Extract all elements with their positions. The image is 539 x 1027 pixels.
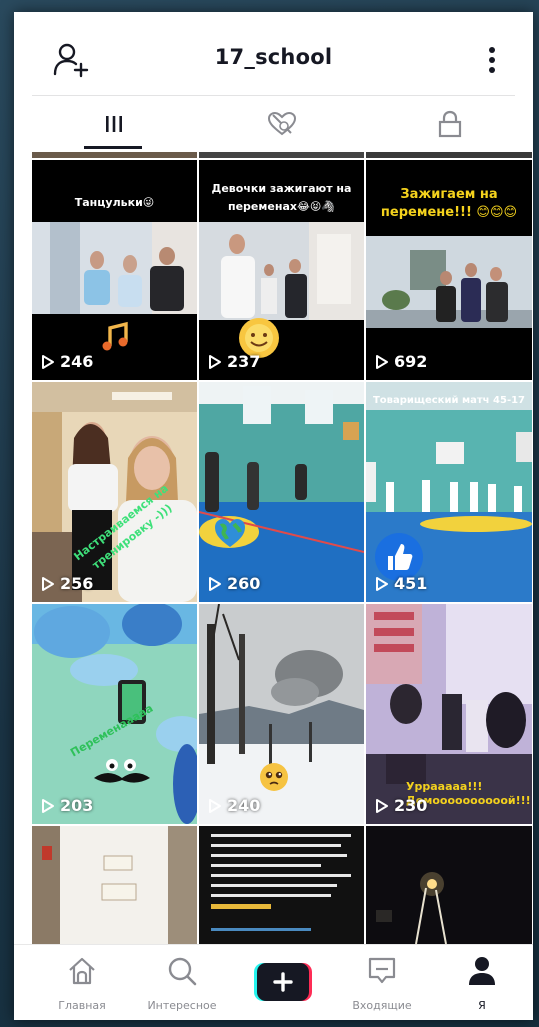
video-thumbnail[interactable]: Девочки зажигают на переменах😂😝🦓 237 — [199, 160, 364, 380]
nav-discover-label: Интересное — [147, 999, 217, 1012]
mustache-face-icon — [94, 759, 150, 783]
view-count: 692 — [375, 352, 427, 371]
play-outline-icon — [376, 576, 388, 591]
video-thumbnail[interactable] — [32, 826, 197, 944]
profile-tabs — [14, 96, 533, 152]
profile-header: 17_school — [14, 12, 533, 96]
nav-home[interactable]: Главная — [32, 945, 132, 1020]
play-outline-icon — [376, 354, 388, 369]
play-outline-icon — [209, 798, 221, 813]
view-count: 256 — [41, 574, 93, 593]
view-count: 230 — [375, 796, 427, 815]
view-count-text: 451 — [394, 574, 428, 593]
vertical-dots-icon[interactable] — [482, 44, 502, 78]
view-count: 260 — [208, 574, 260, 593]
video-thumbnail[interactable]: Уррааааа!!! Домоооооооооой!!!!! 230 — [366, 604, 532, 824]
video-thumbnail[interactable]: Переменааааа 203 — [32, 604, 197, 824]
video-caption: Танцульки😜 — [74, 196, 155, 209]
previous-row-edge — [32, 152, 532, 158]
nav-inbox[interactable]: Входящие — [332, 945, 432, 1020]
view-count: 451 — [375, 574, 427, 593]
view-count-text: 230 — [394, 796, 428, 815]
play-outline-icon — [42, 576, 54, 591]
video-caption: Товарищеский матч 45-17 — [372, 395, 526, 406]
nav-home-label: Главная — [58, 999, 106, 1012]
music-note-icon — [102, 321, 128, 351]
view-count-text: 256 — [60, 574, 94, 593]
play-outline-icon — [376, 798, 388, 813]
view-count-text: 692 — [394, 352, 428, 371]
view-count-text: 203 — [60, 796, 94, 815]
search-icon — [168, 957, 197, 986]
bottom-navigation: Главная Интересное Входящие Я — [14, 944, 533, 1020]
video-grid: Танцульки😜 246 Девочки зажигают на перем… — [32, 152, 532, 944]
play-outline-icon — [209, 354, 221, 369]
video-frame — [32, 604, 197, 824]
video-thumbnail[interactable] — [366, 826, 532, 944]
earth-heart-icon — [215, 519, 245, 547]
active-tab-indicator — [84, 146, 142, 149]
pleading-face-icon — [260, 763, 288, 791]
video-frame — [366, 826, 532, 944]
profile-username: 17_school — [214, 45, 333, 69]
view-count: 237 — [208, 352, 260, 371]
video-thumbnail[interactable] — [199, 826, 364, 944]
video-thumbnail[interactable]: 260 — [199, 382, 364, 602]
create-video-button[interactable] — [254, 963, 312, 1001]
profile-person-icon — [469, 957, 495, 985]
nav-discover[interactable]: Интересное — [132, 945, 232, 1020]
video-thumbnail[interactable]: 240 — [199, 604, 364, 824]
device-frame: 17_school Танцульки😜 246 Девочки зажигаю… — [0, 0, 539, 1027]
inbox-message-icon — [368, 957, 396, 984]
video-thumbnail[interactable]: Настраиваемся на тренировку -))) 256 — [32, 382, 197, 602]
tab-liked[interactable] — [222, 96, 342, 152]
view-count: 203 — [41, 796, 93, 815]
lock-icon — [438, 110, 462, 138]
home-icon — [69, 957, 95, 985]
video-caption: Зажигаем на перемене!!! 😊😊😊 — [380, 187, 518, 220]
tab-private[interactable] — [390, 96, 510, 152]
nav-me[interactable]: Я — [432, 945, 532, 1020]
heart-hidden-icon — [267, 111, 297, 136]
play-outline-icon — [42, 354, 54, 369]
video-frame — [199, 382, 364, 602]
view-count-text: 246 — [60, 352, 94, 371]
tab-videos[interactable] — [54, 96, 174, 152]
play-outline-icon — [42, 798, 54, 813]
video-frame — [32, 826, 197, 944]
video-frame — [199, 826, 364, 944]
view-count: 240 — [208, 796, 260, 815]
view-count: 246 — [41, 352, 93, 371]
video-thumbnail[interactable]: Товарищеский матч 45-17 451 — [366, 382, 532, 602]
nav-me-label: Я — [478, 999, 486, 1012]
view-count-text: 240 — [227, 796, 261, 815]
app-screen: 17_school Танцульки😜 246 Девочки зажигаю… — [14, 12, 533, 1020]
grid-lines-icon — [106, 116, 122, 132]
video-thumbnail[interactable]: Танцульки😜 246 — [32, 160, 197, 380]
view-count-text: 260 — [227, 574, 261, 593]
video-caption: Девочки зажигают на переменах😂😝🦓 — [211, 182, 352, 213]
nav-inbox-label: Входящие — [352, 999, 412, 1012]
view-count-text: 237 — [227, 352, 261, 371]
video-thumbnail[interactable]: Зажигаем на перемене!!! 😊😊😊 692 — [366, 160, 532, 380]
play-outline-icon — [209, 576, 221, 591]
